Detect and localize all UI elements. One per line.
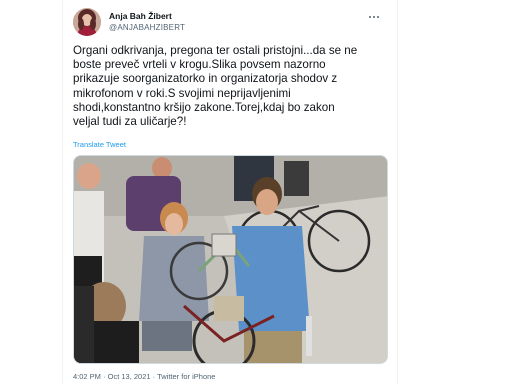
street-photo-image — [74, 156, 387, 363]
avatar-image — [73, 8, 101, 36]
more-horizontal-icon — [368, 15, 380, 19]
tweet-card: Anja Bah Žibert @ANJABAHZIBERT Organi od… — [62, 0, 398, 384]
tweet-text: Organi odkrivanja, pregona ter ostali pr… — [73, 44, 358, 129]
tweet-photo[interactable] — [73, 155, 388, 364]
author-handle[interactable]: @ANJABAHZIBERT — [109, 23, 185, 32]
author-display-name[interactable]: Anja Bah Žibert — [109, 11, 172, 21]
translate-tweet-link[interactable]: Translate Tweet — [73, 140, 126, 149]
tweet-time[interactable]: 4:02 PM — [73, 372, 101, 381]
more-options-button[interactable] — [365, 8, 383, 26]
meta-separator: · — [100, 372, 108, 381]
tweet-header: Anja Bah Žibert @ANJABAHZIBERT — [73, 8, 389, 38]
tweet-date[interactable]: Oct 13, 2021 — [108, 372, 151, 381]
avatar[interactable] — [73, 8, 101, 36]
tweet-meta: 4:02 PM · Oct 13, 2021 · Twitter for iPh… — [73, 372, 215, 381]
tweet-source[interactable]: Twitter for iPhone — [157, 372, 215, 381]
